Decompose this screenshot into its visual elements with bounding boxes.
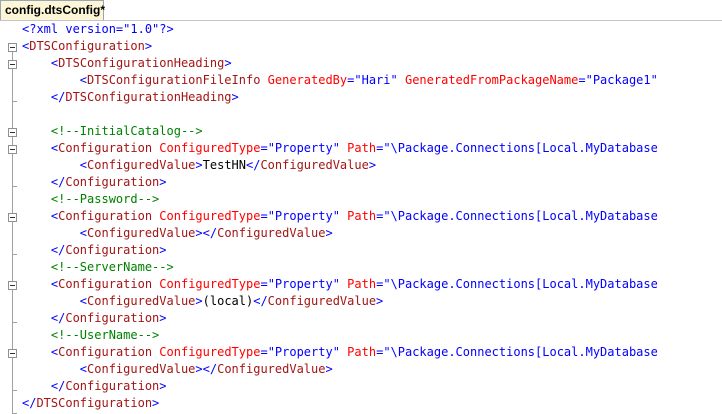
- xml-attribute-value: "\Package.Connections[Local.MyDatabase: [383, 345, 658, 359]
- xml-comment: <!--Password-->: [50, 192, 160, 206]
- xml-attribute: GeneratedFromPackageName: [404, 73, 579, 87]
- xml-attribute: ConfiguredType: [159, 277, 261, 291]
- code-line: <Configuration ConfiguredType="Property"…: [50, 277, 658, 291]
- xml-attribute-value: "\Package.Connections[Local.MyDatabase: [383, 141, 658, 155]
- code-line: <ConfiguredValue></ConfiguredValue>: [79, 226, 333, 240]
- outline-end: [12, 254, 17, 255]
- collapse-toggle-icon[interactable]: [8, 128, 17, 137]
- code-editor[interactable]: <?xml version="1.0"?> <DTSConfiguration>…: [0, 21, 722, 414]
- tab-config-dtsconfig[interactable]: config.dtsConfig*: [0, 0, 105, 20]
- code-line: </Configuration>: [50, 379, 167, 393]
- outline-connector: [12, 51, 13, 413]
- outline-end: [12, 322, 17, 323]
- xml-attribute: Path: [347, 141, 377, 155]
- code-line: <Configuration ConfiguredType="Property"…: [50, 345, 658, 359]
- code-line: <DTSConfigurationFileInfo GeneratedBy="H…: [79, 73, 658, 87]
- code-line: <DTSConfiguration>: [22, 39, 153, 53]
- xml-attribute: Path: [347, 277, 377, 291]
- xml-attribute: ConfiguredType: [159, 345, 261, 359]
- xml-tag: Configuration: [58, 209, 153, 223]
- collapse-toggle-icon[interactable]: [8, 43, 17, 52]
- xml-attribute-value: "Property": [267, 209, 340, 223]
- xml-tag: DTSConfigurationHeading: [65, 90, 232, 104]
- xml-tag: ConfiguredValue: [87, 158, 196, 172]
- code-line: <!--ServerName-->: [22, 259, 174, 276]
- xml-tag: Configuration: [65, 311, 160, 325]
- xml-tag: DTSConfigurationHeading: [58, 56, 225, 70]
- collapse-toggle-icon[interactable]: [8, 349, 17, 358]
- xml-tag: Configuration: [58, 277, 153, 291]
- xml-declaration: <?xml version="1.0"?>: [22, 22, 174, 36]
- xml-attribute-value: "Package1": [585, 73, 658, 87]
- xml-attribute-value: "Property": [267, 277, 340, 291]
- outline-end: [12, 186, 17, 187]
- document-tab-bar: config.dtsConfig*: [0, 0, 722, 21]
- code-line: <ConfiguredValue>(local)</ConfiguredValu…: [79, 294, 384, 308]
- code-line: </Configuration>: [50, 243, 167, 257]
- xml-tag: ConfiguredValue: [217, 362, 326, 376]
- xml-text: TestHN: [202, 158, 246, 172]
- xml-tag: Configuration: [65, 243, 160, 257]
- xml-tag: ConfiguredValue: [87, 294, 196, 308]
- xml-attribute: ConfiguredType: [159, 209, 261, 223]
- xml-tag: Configuration: [58, 345, 153, 359]
- outline-gutter: [0, 21, 18, 414]
- xml-attribute: GeneratedBy: [267, 73, 348, 87]
- code-line: </DTSConfigurationHeading>: [50, 90, 239, 104]
- xml-attribute: ConfiguredType: [159, 141, 261, 155]
- code-line: <!--UserName-->: [22, 327, 159, 344]
- collapse-toggle-icon[interactable]: [8, 281, 17, 290]
- xml-tag: ConfiguredValue: [217, 226, 326, 240]
- code-line: <!--InitialCatalog-->: [22, 123, 203, 140]
- code-line: </DTSConfiguration>: [22, 396, 160, 410]
- code-line: <ConfiguredValue></ConfiguredValue>: [79, 362, 333, 376]
- collapse-toggle-icon[interactable]: [8, 145, 17, 154]
- xml-comment: <!--UserName-->: [50, 328, 160, 342]
- xml-tag: DTSConfiguration: [36, 396, 153, 410]
- xml-attribute-value: "\Package.Connections[Local.MyDatabase: [383, 209, 658, 223]
- xml-attribute: Path: [347, 209, 377, 223]
- xml-tag: Configuration: [65, 379, 160, 393]
- xml-comment: <!--InitialCatalog-->: [50, 124, 203, 138]
- xml-comment: <!--ServerName-->: [50, 260, 174, 274]
- xml-attribute-value: "\Package.Connections[Local.MyDatabase: [383, 277, 658, 291]
- xml-attribute-value: "Hari": [354, 73, 398, 87]
- collapse-toggle-icon[interactable]: [8, 213, 17, 222]
- code-line: <ConfiguredValue>TestHN</ConfiguredValue…: [79, 158, 377, 172]
- outline-end: [12, 390, 17, 391]
- xml-tag: ConfiguredValue: [267, 294, 377, 308]
- code-line: </Configuration>: [50, 311, 167, 325]
- xml-tag: ConfiguredValue: [260, 158, 369, 172]
- outline-end: [12, 101, 17, 102]
- code-line: <?xml version="1.0"?>: [22, 21, 174, 38]
- xml-tag: ConfiguredValue: [87, 362, 196, 376]
- xml-tag: ConfiguredValue: [87, 226, 196, 240]
- xml-tag: DTSConfiguration: [29, 39, 145, 53]
- xml-tag: DTSConfigurationFileInfo: [87, 73, 261, 87]
- code-line: <DTSConfigurationHeading>: [50, 56, 232, 70]
- xml-attribute: Path: [347, 345, 377, 359]
- xml-tag: Configuration: [65, 175, 160, 189]
- collapse-toggle-icon[interactable]: [8, 60, 17, 69]
- code-line: <!--Password-->: [22, 191, 159, 208]
- xml-text: (local): [202, 294, 254, 308]
- code-line: <Configuration ConfiguredType="Property"…: [50, 141, 658, 155]
- code-line: </Configuration>: [50, 175, 167, 189]
- code-line: <Configuration ConfiguredType="Property"…: [50, 209, 658, 223]
- xml-attribute-value: "Property": [267, 141, 340, 155]
- xml-attribute-value: "Property": [267, 345, 340, 359]
- xml-tag: Configuration: [58, 141, 153, 155]
